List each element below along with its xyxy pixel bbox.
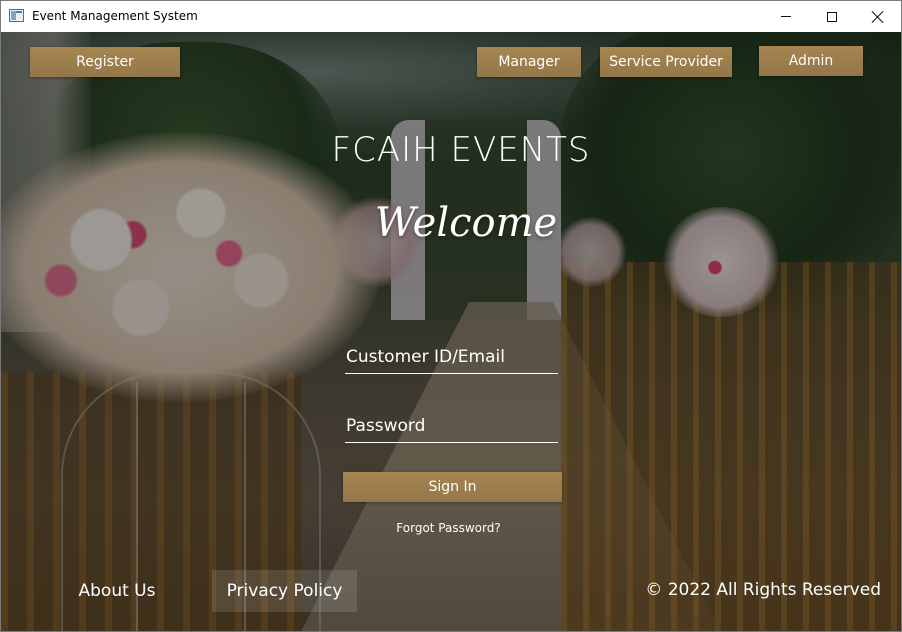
manager-button[interactable]: Manager (477, 47, 581, 77)
maximize-icon (827, 11, 837, 22)
forgot-password-link[interactable]: Forgot Password? (361, 521, 536, 535)
close-icon (872, 11, 884, 23)
sign-in-button[interactable]: Sign In (343, 472, 562, 502)
title-bar: Event Management System (1, 1, 901, 32)
minimize-button[interactable] (763, 1, 809, 32)
copyright-text: © 2022 All Rights Reserved (645, 580, 881, 600)
app-window-icon (9, 9, 24, 22)
welcome-heading: Welcome (374, 200, 558, 246)
maximize-button[interactable] (809, 1, 855, 32)
window-title: Event Management System (32, 9, 198, 23)
privacy-policy-link[interactable]: Privacy Policy (212, 570, 357, 612)
app-window: Event Management System Register Manager… (0, 0, 902, 632)
about-us-link[interactable]: About Us (61, 570, 173, 612)
password-field[interactable] (345, 409, 558, 443)
close-button[interactable] (855, 1, 901, 32)
brand-title: FCAIH EVENTS (331, 130, 591, 170)
service-provider-button[interactable]: Service Provider (600, 47, 732, 77)
customer-id-email-field[interactable] (345, 340, 558, 374)
register-button[interactable]: Register (30, 47, 180, 77)
background-dim-overlay (1, 32, 901, 631)
minimize-icon (781, 16, 791, 17)
admin-button[interactable]: Admin (759, 46, 863, 76)
main-view: Register Manager Service Provider Admin … (1, 32, 901, 631)
